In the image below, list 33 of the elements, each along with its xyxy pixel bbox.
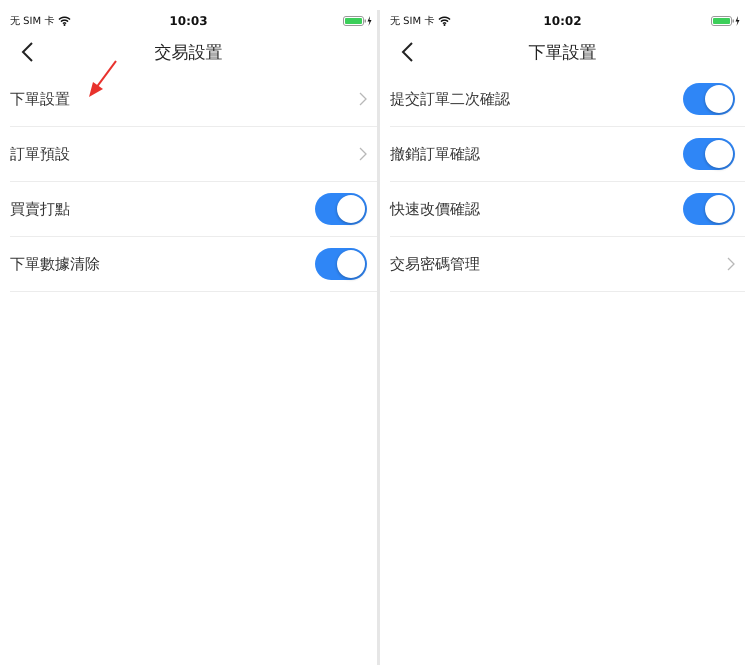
chevron-right-icon <box>359 147 367 161</box>
row-label: 交易密碼管理 <box>390 254 480 274</box>
settings-row[interactable]: 訂單預設 <box>10 127 377 182</box>
screen-title: 下單設置 <box>528 42 596 64</box>
row-label: 撤銷訂單確認 <box>390 144 480 164</box>
toggle-switch[interactable] <box>683 83 735 115</box>
settings-row[interactable]: 撤銷訂單確認 <box>390 127 745 182</box>
toggle-switch[interactable] <box>315 193 367 225</box>
toggle-switch[interactable] <box>683 193 735 225</box>
row-label: 下單設置 <box>10 90 70 108</box>
status-time: 10:03 <box>169 14 208 28</box>
settings-row[interactable]: 快速改價確認 <box>390 182 745 237</box>
toggle-switch[interactable] <box>683 138 735 170</box>
status-time: 10:02 <box>543 14 582 28</box>
settings-row[interactable]: 交易密碼管理 <box>390 237 745 292</box>
settings-row[interactable]: 提交訂單二次確認 <box>390 72 745 127</box>
row-label: 買賣打點 <box>10 200 70 218</box>
chevron-right-icon <box>727 257 735 271</box>
battery-charging-icon <box>343 15 373 27</box>
wifi-icon <box>58 16 72 26</box>
row-label: 快速改價確認 <box>390 200 480 218</box>
settings-row[interactable]: 買賣打點 <box>10 182 377 237</box>
toggle-switch[interactable] <box>315 248 367 280</box>
battery-charging-icon <box>711 15 741 27</box>
wifi-icon <box>438 16 452 26</box>
settings-row[interactable]: 下單數據清除 <box>10 237 377 292</box>
screen-title: 交易設置 <box>154 42 222 64</box>
carrier-label: 无 SIM 卡 <box>10 14 54 28</box>
row-label: 訂單預設 <box>10 144 70 164</box>
chevron-right-icon <box>359 92 367 106</box>
carrier-label: 无 SIM 卡 <box>390 14 434 28</box>
row-label: 提交訂單二次確認 <box>390 90 510 108</box>
row-label: 下單數據清除 <box>10 254 100 274</box>
